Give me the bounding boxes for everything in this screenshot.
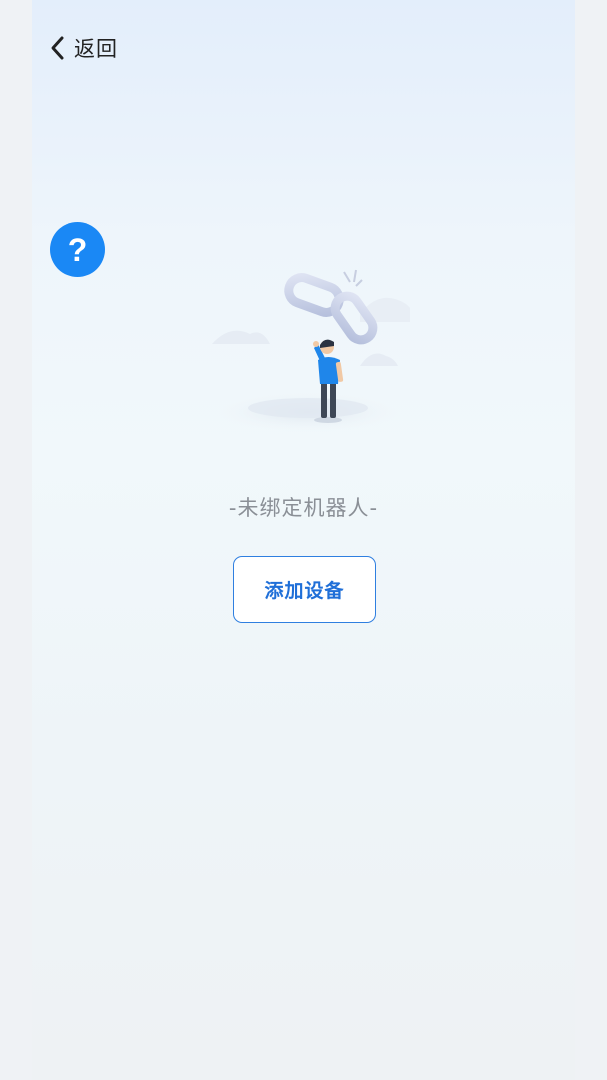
app-screen: 返回 ? -未绑定机器人- 添加设备 [32,0,575,1080]
unbound-robot-status: -未绑定机器人- [228,496,379,520]
back-label: 返回 [74,37,118,61]
back-button[interactable]: 返回 [48,30,118,66]
help-icon: ? [67,231,88,268]
broken-link-illustration [212,269,410,432]
add-device-button[interactable]: 添加设备 [233,556,376,623]
chevron-left-icon [51,36,64,60]
help-button[interactable]: ? [50,222,105,277]
add-device-label: 添加设备 [264,580,345,602]
